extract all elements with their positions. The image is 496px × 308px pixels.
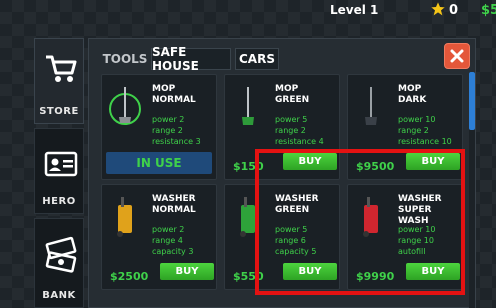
- pressure-washer-icon: [363, 197, 378, 237]
- sidebar-item-hero[interactable]: HERO: [34, 128, 84, 214]
- item-stats: power 10 range 2 resistance 10: [398, 115, 452, 146]
- star-icon: [431, 2, 445, 16]
- buy-button[interactable]: BUY: [283, 153, 337, 170]
- item-name: WASHER SUPER WASH: [398, 194, 442, 226]
- item-name: MOP DARK: [398, 84, 427, 105]
- mop-icon: [365, 87, 377, 125]
- stars-count: 0: [449, 3, 459, 18]
- sidebar-item-bank[interactable]: BANK: [34, 218, 84, 308]
- item-card-washer-green[interactable]: WASHER GREEN power 5 range 6 capacity 5 $55…: [224, 184, 340, 290]
- id-card-icon: [44, 151, 78, 177]
- top-bar: Level 1 0 $5: [0, 0, 496, 24]
- mop-icon: [242, 87, 254, 125]
- tab-cars[interactable]: CARS: [235, 48, 279, 70]
- item-stats: power 5 range 6 capacity 5: [275, 225, 317, 256]
- tab-tools[interactable]: TOOLS: [103, 48, 148, 70]
- item-card-washer-normal[interactable]: WASHER NORMAL power 2 range 4 capacity 3 $2…: [101, 184, 217, 290]
- item-price: $2500: [110, 270, 149, 283]
- item-name: WASHER NORMAL: [152, 194, 196, 215]
- cash-balance: $5: [481, 3, 496, 18]
- item-name: MOP GREEN: [275, 84, 310, 105]
- close-icon: [450, 49, 464, 63]
- sidebar-item-label: BANK: [42, 290, 76, 301]
- item-card-mop-green[interactable]: MOP GREEN power 5 range 2 resistance 4 $150…: [224, 74, 340, 180]
- sidebar-item-label: STORE: [39, 106, 79, 117]
- tab-safe-house[interactable]: SAFE HOUSE: [151, 45, 231, 73]
- mop-icon: [109, 87, 141, 125]
- item-card-mop-normal[interactable]: MOP NORMAL power 2 range 2 resistance 3 IN …: [101, 74, 217, 180]
- sidebar: STORE HERO BANK: [34, 38, 84, 308]
- item-name: WASHER GREEN: [275, 194, 319, 215]
- in-use-badge: IN USE: [106, 152, 212, 174]
- cart-icon: [46, 55, 77, 82]
- pressure-washer-icon: [240, 197, 255, 237]
- pressure-washer-icon: [117, 197, 132, 237]
- item-name: MOP NORMAL: [152, 84, 196, 105]
- money-icon: [45, 236, 77, 273]
- item-card-mop-dark[interactable]: MOP DARK power 10 range 2 resistance 10 $95…: [347, 74, 463, 180]
- buy-button[interactable]: BUY: [283, 263, 337, 280]
- buy-button[interactable]: BUY: [160, 263, 214, 280]
- scrollbar-thumb[interactable]: [469, 72, 475, 130]
- buy-button[interactable]: BUY: [406, 263, 460, 280]
- item-price: $9990: [356, 270, 395, 283]
- item-price: $150: [233, 160, 264, 173]
- item-card-washer-super-wash[interactable]: WASHER SUPER WASH power 10 range 10 autofil…: [347, 184, 463, 290]
- level-label: Level 1: [330, 3, 379, 17]
- sidebar-item-store[interactable]: STORE: [34, 38, 84, 124]
- buy-button[interactable]: BUY: [406, 153, 460, 170]
- item-price: $9500: [356, 160, 395, 173]
- item-stats: power 2 range 4 capacity 3: [152, 225, 194, 256]
- sidebar-item-label: HERO: [42, 196, 76, 207]
- item-price: $550: [233, 270, 264, 283]
- close-button[interactable]: [444, 43, 470, 69]
- item-stats: power 5 range 2 resistance 4: [275, 115, 324, 146]
- item-stats: power 10 range 10 autofill: [398, 225, 436, 256]
- item-stats: power 2 range 2 resistance 3: [152, 115, 201, 146]
